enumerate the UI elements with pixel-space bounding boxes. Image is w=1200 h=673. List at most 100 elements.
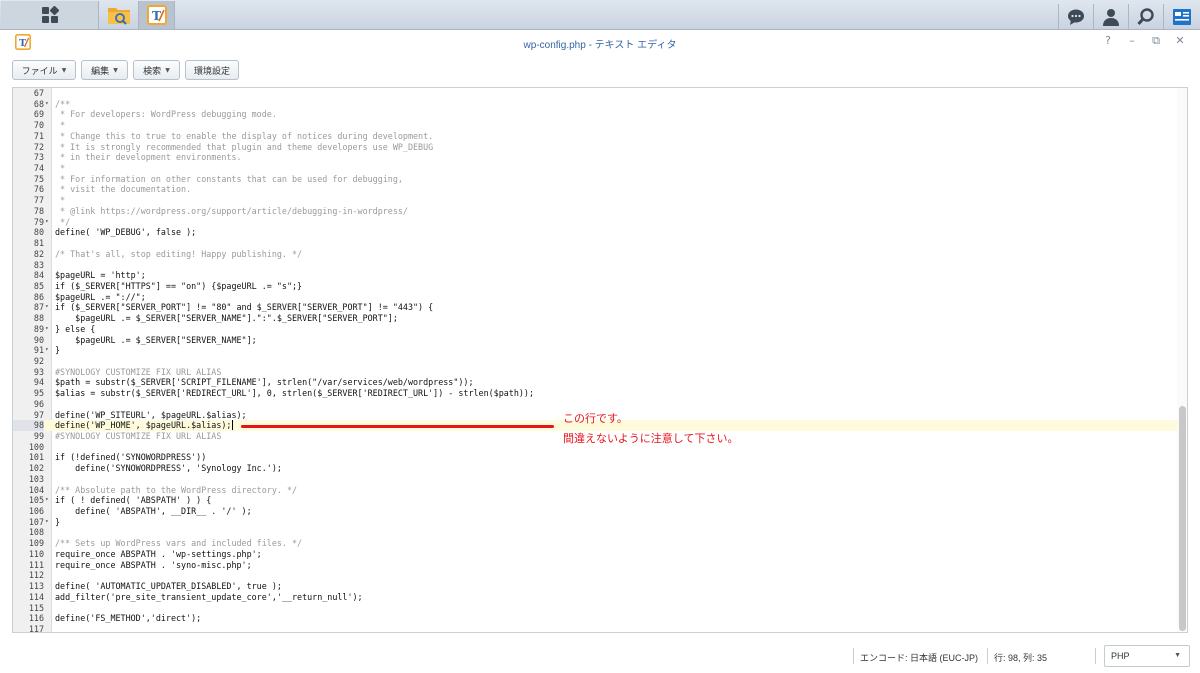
line-number: 75 xyxy=(33,173,44,184)
fold-toggle-icon[interactable]: ▾ xyxy=(45,302,52,313)
code-text: * Change this to true to enable the disp… xyxy=(55,130,434,141)
file-station-icon xyxy=(107,8,130,25)
code-line[interactable]: 82 /* That's all, stop editing! Happy pub… xyxy=(13,249,1179,260)
code-line[interactable]: 78 * @link https://wordpress.org/support… xyxy=(13,206,1179,217)
line-number: 71 xyxy=(33,130,44,141)
code-text: * visit the documentation. xyxy=(55,184,192,195)
code-line[interactable]: 69 * For developers: WordPress debugging… xyxy=(13,109,1179,120)
user-icon[interactable] xyxy=(1102,8,1120,26)
code-text: /** xyxy=(55,98,71,109)
language-select[interactable]: PHP ▼ xyxy=(1104,645,1190,667)
code-text: $alias = substr($_SERVER['REDIRECT_URL']… xyxy=(55,388,535,399)
code-text: $pageURL .= $_SERVER["SERVER_NAME"]; xyxy=(55,334,257,345)
line-number: 106 xyxy=(28,506,44,517)
code-line[interactable]: 84 $pageURL = 'http'; xyxy=(13,270,1179,281)
restore-button[interactable]: ⧉ xyxy=(1150,35,1162,47)
code-text: /* That's all, stop editing! Happy publi… xyxy=(55,248,303,259)
code-editor[interactable]: 67 68 ▾/** 69 * For developers: WordPress d… xyxy=(12,87,1188,633)
code-line[interactable]: 68 ▾/** xyxy=(13,99,1179,110)
code-line[interactable]: 114 add_filter('pre_site_transient_update… xyxy=(13,592,1179,603)
code-line[interactable]: 85 if ($_SERVER["HTTPS"] == "on") {$pageU… xyxy=(13,281,1179,292)
code-text: } xyxy=(55,516,61,527)
code-line[interactable]: 89 ▾} else { xyxy=(13,324,1179,335)
code-text: /** Sets up WordPress vars and included … xyxy=(55,538,303,549)
help-button[interactable]: ? xyxy=(1102,35,1114,47)
code-line[interactable]: 110 require_once ABSPATH . 'wp-settings.p… xyxy=(13,549,1179,560)
code-line[interactable]: 70 * xyxy=(13,120,1179,131)
code-line[interactable]: 106 define( 'ABSPATH', __DIR__ . '/' ); xyxy=(13,506,1179,517)
widgets-icon[interactable] xyxy=(1172,8,1192,26)
code-line[interactable]: 104 /** Absolute path to the WordPress di… xyxy=(13,485,1179,496)
code-line[interactable]: 87 ▾ if ($_SERVER["SERVER_PORT"] != "80" a… xyxy=(13,302,1179,313)
code-line[interactable]: 80 define( 'WP_DEBUG', false ); xyxy=(13,227,1179,238)
edit-menu-button[interactable]: 編集 ▼ xyxy=(81,60,128,80)
line-number: 84 xyxy=(33,270,44,281)
preferences-button[interactable]: 環境設定 xyxy=(185,60,239,80)
line-number: 87 xyxy=(33,302,44,313)
minimize-button[interactable]: – xyxy=(1126,35,1138,47)
code-line[interactable]: 111 require_once ABSPATH . 'syno-misc.php… xyxy=(13,560,1179,571)
code-line[interactable]: 112 xyxy=(13,570,1179,581)
code-line[interactable]: 116 define('FS_METHOD','direct'); xyxy=(13,613,1179,624)
code-line[interactable]: 88 $pageURL .= $_SERVER["SERVER_NAME"]."… xyxy=(13,313,1179,324)
vertical-scrollbar[interactable] xyxy=(1177,88,1187,632)
code-line[interactable]: 94 $path = substr($_SERVER['SCRIPT_FILENA… xyxy=(13,377,1179,388)
file-station-taskbar-button[interactable] xyxy=(99,1,139,29)
fold-toggle-icon[interactable]: ▾ xyxy=(45,517,52,528)
code-line[interactable]: 77 * xyxy=(13,195,1179,206)
code-line[interactable]: 96 xyxy=(13,399,1179,410)
line-number: 74 xyxy=(33,163,44,174)
fold-toggle-icon[interactable]: ▾ xyxy=(45,495,52,506)
chevron-down-icon: ▼ xyxy=(165,66,170,74)
search-icon[interactable] xyxy=(1137,8,1155,26)
code-line[interactable]: 109 /** Sets up WordPress vars and includ… xyxy=(13,538,1179,549)
code-line[interactable]: 71 * Change this to true to enable the d… xyxy=(13,131,1179,142)
text-editor-taskbar-button[interactable]: T xyxy=(139,1,175,29)
close-button[interactable]: ✕ xyxy=(1174,35,1186,47)
line-number: 107 xyxy=(28,516,44,527)
code-line[interactable]: 93 #SYNOLOGY CUSTOMIZE FIX URL ALIAS xyxy=(13,367,1179,378)
code-line[interactable]: 81 xyxy=(13,238,1179,249)
code-line[interactable]: 83 xyxy=(13,260,1179,271)
fold-toggle-icon[interactable]: ▾ xyxy=(45,99,52,110)
line-number: 88 xyxy=(33,313,44,324)
edit-menu-label: 編集 xyxy=(91,66,110,77)
fold-toggle-icon[interactable]: ▾ xyxy=(45,217,52,228)
line-number: 102 xyxy=(28,463,44,474)
code-line[interactable]: 115 xyxy=(13,603,1179,614)
code-text: $path = substr($_SERVER['SCRIPT_FILENAME… xyxy=(55,377,474,388)
code-line[interactable]: 108 xyxy=(13,527,1179,538)
code-line[interactable]: 86 $pageURL .= "://"; xyxy=(13,292,1179,303)
code-line[interactable]: 72 * It is strongly recommended that plu… xyxy=(13,142,1179,153)
scrollbar-thumb[interactable] xyxy=(1179,406,1186,631)
code-line[interactable]: 90 $pageURL .= $_SERVER["SERVER_NAME"]; xyxy=(13,335,1179,346)
code-line[interactable]: 107 ▾} xyxy=(13,517,1179,528)
encoding-status[interactable]: エンコード: 日本語 (EUC-JP) xyxy=(860,651,978,664)
code-line[interactable]: 102 define('SYNOWORDPRESS', 'Synology In… xyxy=(13,463,1179,474)
fold-toggle-icon[interactable]: ▾ xyxy=(45,345,52,356)
chat-icon[interactable] xyxy=(1067,8,1085,26)
code-line[interactable]: 73 * in their development environments. xyxy=(13,152,1179,163)
code-line[interactable]: 76 * visit the documentation. xyxy=(13,184,1179,195)
code-text: if ($_SERVER["HTTPS"] == "on") {$pageURL… xyxy=(55,280,303,291)
line-number: 104 xyxy=(28,484,44,495)
code-text: #SYNOLOGY CUSTOMIZE FIX URL ALIAS xyxy=(55,431,222,441)
search-menu-button[interactable]: 検索 ▼ xyxy=(133,60,180,80)
code-line[interactable]: 92 xyxy=(13,356,1179,367)
file-menu-button[interactable]: ファイル ▼ xyxy=(12,60,76,80)
code-line[interactable]: 95 $alias = substr($_SERVER['REDIRECT_URL… xyxy=(13,388,1179,399)
main-menu-button[interactable] xyxy=(1,1,99,29)
code-line[interactable]: 113 define( 'AUTOMATIC_UPDATER_DISABLED',… xyxy=(13,581,1179,592)
code-line[interactable]: 79 ▾ */ xyxy=(13,217,1179,228)
code-line[interactable]: 117 xyxy=(13,624,1179,632)
code-text: } xyxy=(55,345,61,356)
code-line[interactable]: 105 ▾ if ( ! defined( 'ABSPATH' ) ) { xyxy=(13,495,1179,506)
code-line[interactable]: 103 xyxy=(13,474,1179,485)
code-line[interactable]: 91 ▾} xyxy=(13,345,1179,356)
code-line[interactable]: 67 xyxy=(13,88,1179,99)
fold-toggle-icon[interactable]: ▾ xyxy=(45,324,52,335)
line-number: 76 xyxy=(33,184,44,195)
code-line[interactable]: 75 * For information on other constants … xyxy=(13,174,1179,185)
code-line[interactable]: 74 * xyxy=(13,163,1179,174)
code-line[interactable]: 101 if (!defined('SYNOWORDPRESS')) xyxy=(13,452,1179,463)
